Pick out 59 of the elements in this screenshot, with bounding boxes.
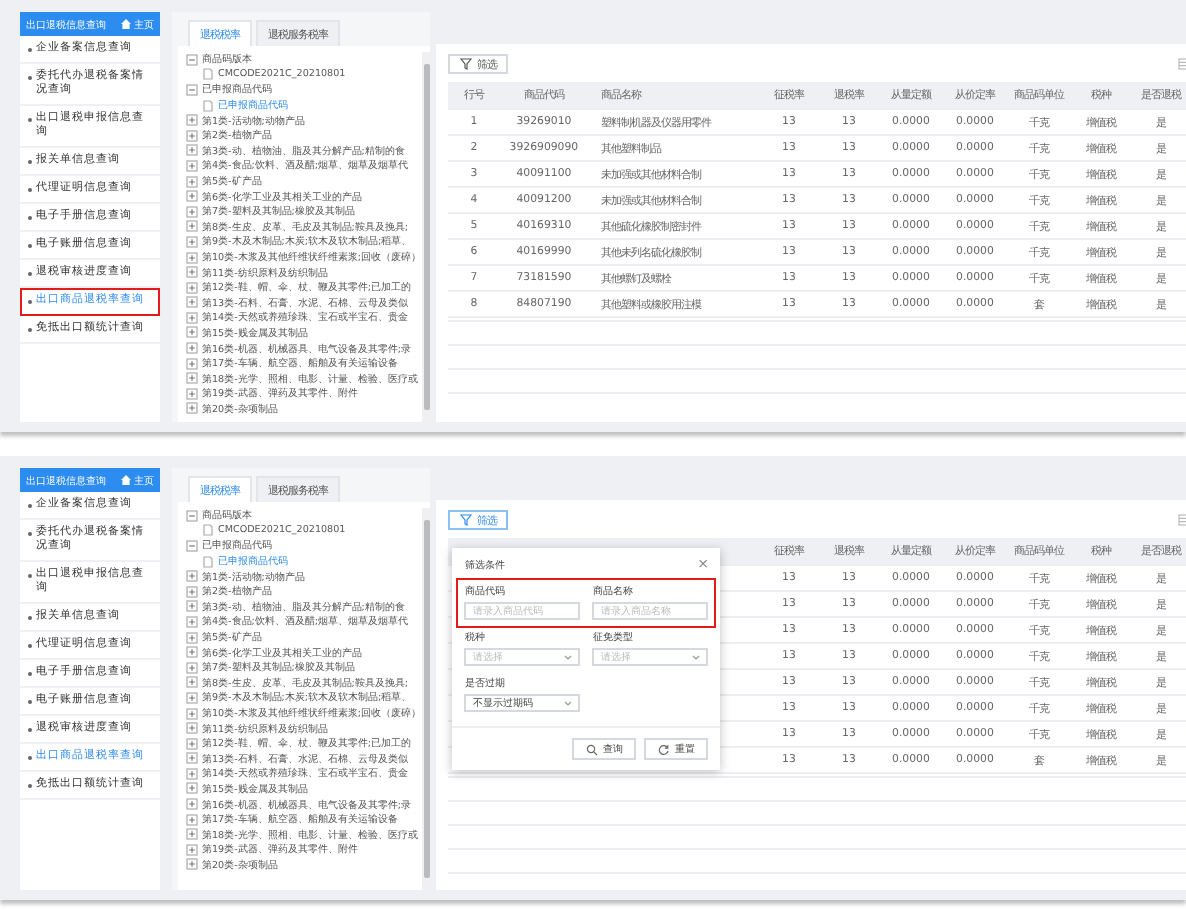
caret-icon: [692, 653, 701, 661]
expand-icon[interactable]: [186, 813, 198, 826]
expand-icon[interactable]: [186, 296, 198, 309]
expand-icon[interactable]: [186, 615, 198, 628]
expand-icon[interactable]: [186, 676, 198, 689]
expand-icon[interactable]: [186, 357, 198, 370]
file-icon: [202, 555, 214, 568]
expand-icon[interactable]: [186, 372, 198, 385]
expand-icon[interactable]: [186, 782, 198, 795]
expand-icon[interactable]: [186, 144, 198, 157]
collapse-icon[interactable]: [186, 53, 198, 66]
expand-icon[interactable]: [186, 159, 198, 172]
expand-icon[interactable]: [186, 661, 198, 674]
expand-icon[interactable]: [186, 266, 198, 279]
expand-icon[interactable]: [186, 402, 198, 415]
expand-icon[interactable]: [186, 843, 198, 856]
expand-icon[interactable]: [186, 387, 198, 400]
expand-icon[interactable]: [186, 570, 198, 583]
expand-icon[interactable]: [186, 220, 198, 233]
expand-icon[interactable]: [186, 190, 198, 203]
expand-icon[interactable]: [186, 707, 198, 720]
caret-icon: [564, 699, 573, 707]
collapse-icon[interactable]: [186, 83, 198, 96]
caret-icon: [564, 653, 573, 661]
search-icon: [586, 743, 599, 755]
expand-icon[interactable]: [186, 205, 198, 218]
expand-icon[interactable]: [186, 858, 198, 871]
expand-icon[interactable]: [186, 235, 198, 248]
file-icon: [202, 99, 214, 112]
expand-icon[interactable]: [186, 175, 198, 188]
expand-icon[interactable]: [186, 752, 198, 765]
expand-icon[interactable]: [186, 585, 198, 598]
expand-icon[interactable]: [186, 767, 198, 780]
collapse-icon[interactable]: [186, 539, 198, 552]
funnel-icon: [460, 58, 473, 70]
expand-icon[interactable]: [186, 600, 198, 613]
expand-icon[interactable]: [186, 281, 198, 294]
expand-icon[interactable]: [186, 311, 198, 324]
file-icon: [202, 524, 214, 537]
home-icon: [120, 18, 132, 30]
expand-icon[interactable]: [186, 114, 198, 127]
expand-icon[interactable]: [186, 326, 198, 339]
refresh-icon: [658, 743, 671, 755]
collapse-icon[interactable]: [186, 509, 198, 522]
expand-icon[interactable]: [186, 631, 198, 644]
expand-icon[interactable]: [186, 691, 198, 704]
expand-icon[interactable]: [186, 342, 198, 355]
funnel-icon: [460, 514, 473, 526]
expand-icon[interactable]: [186, 798, 198, 811]
scrollbar[interactable]: [422, 52, 431, 422]
file-icon: [202, 68, 214, 81]
scrollbar[interactable]: [422, 508, 431, 890]
expand-icon[interactable]: [186, 737, 198, 750]
expand-icon[interactable]: [186, 129, 198, 142]
expand-icon[interactable]: [186, 828, 198, 841]
expand-icon[interactable]: [186, 251, 198, 264]
expand-icon[interactable]: [186, 646, 198, 659]
home-icon: [120, 474, 132, 486]
expand-icon[interactable]: [186, 722, 198, 735]
